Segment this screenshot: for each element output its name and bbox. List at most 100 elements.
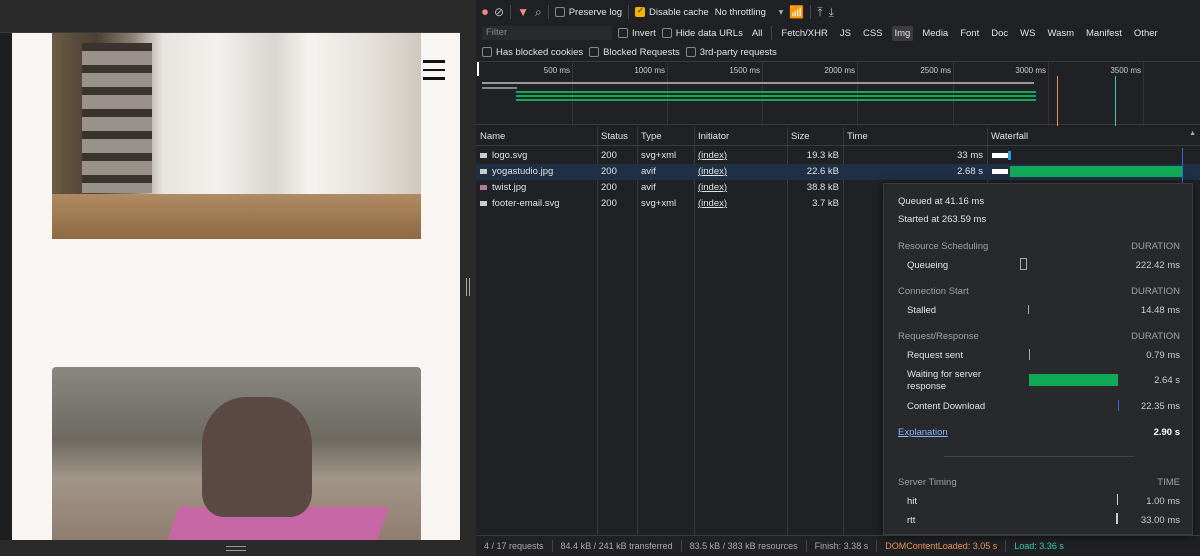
page-canvas <box>12 33 460 540</box>
stalled-label: Stalled <box>907 305 937 316</box>
type-filter-img[interactable]: Img <box>891 25 914 41</box>
col-initiator[interactable]: Initiator <box>694 127 730 146</box>
panel-splitter[interactable] <box>460 0 476 556</box>
rtt-bar <box>1116 513 1118 524</box>
cell-status: 200 <box>601 182 617 193</box>
request-sent-bar <box>1029 349 1030 360</box>
blocked-cookies-label: Has blocked cookies <box>496 46 584 58</box>
type-filter-manifest[interactable]: Manifest <box>1083 26 1125 41</box>
col-type[interactable]: Type <box>637 127 662 146</box>
tick-label: 3000 ms <box>1015 66 1046 75</box>
image-file-icon <box>480 184 487 190</box>
col-waterfall[interactable]: Waterfall <box>987 127 1029 146</box>
cell-type: svg+xml <box>641 198 677 209</box>
blocked-cookies-checkbox[interactable]: Has blocked cookies <box>482 47 583 58</box>
col-size[interactable]: Size <box>787 127 810 146</box>
preserve-log-checkbox[interactable]: Preserve log <box>554 6 623 18</box>
type-filter-all[interactable]: All <box>749 26 766 41</box>
waterfall-bar <box>1008 151 1011 160</box>
yoga-pose-image <box>52 367 421 540</box>
rtt-value: 33.00 ms <box>1140 515 1180 526</box>
type-filter-wasm[interactable]: Wasm <box>1044 26 1077 41</box>
section-connection: Connection Start <box>898 286 969 297</box>
third-party-checkbox[interactable]: 3rd-party requests <box>685 47 777 58</box>
type-filter-fetch[interactable]: Fetch/XHR <box>778 26 830 41</box>
preserve-log-label: Preserve log <box>568 6 623 18</box>
cell-name: yogastudio.jpg <box>492 166 554 177</box>
overview-handle[interactable] <box>477 62 479 76</box>
col-time[interactable]: Time <box>843 127 868 146</box>
queueing-label: Queueing <box>907 260 949 271</box>
cell-status: 200 <box>601 150 617 161</box>
resize-handle[interactable] <box>226 546 246 551</box>
invert-checkbox[interactable]: Invert <box>618 28 656 39</box>
cell-initiator-link[interactable]: (index) <box>694 164 727 180</box>
page-preview <box>0 0 460 556</box>
overview-bar <box>516 99 1036 101</box>
tick-label: 500 ms <box>543 66 570 75</box>
started-at: Started at 263.59 ms <box>898 214 987 225</box>
stalled-bar <box>1028 305 1029 314</box>
disable-cache-checkbox[interactable]: Disable cache <box>635 5 709 18</box>
network-conditions-icon[interactable]: 📶 <box>789 5 804 19</box>
queueing-value: 222.42 ms <box>1135 260 1180 271</box>
waiting-value: 2.64 s <box>1154 375 1180 386</box>
filter-input[interactable]: Filter <box>482 26 612 40</box>
hit-label: hit <box>907 496 918 507</box>
type-filter-css[interactable]: CSS <box>860 26 886 41</box>
type-filter-font[interactable]: Font <box>957 26 982 41</box>
filter-icon[interactable]: ▼ <box>517 5 529 19</box>
cell-initiator-link[interactable]: (index) <box>694 148 727 164</box>
record-icon[interactable]: ⏺ <box>482 5 488 20</box>
import-har-icon[interactable]: ⤒ <box>817 5 822 20</box>
type-filter-ws[interactable]: WS <box>1017 26 1038 41</box>
splitter-grip-icon[interactable] <box>466 278 470 296</box>
cell-size: 19.3 kB <box>806 150 839 161</box>
cell-time: 33 ms <box>957 150 983 161</box>
table-row[interactable]: logo.svg 200 svg+xml (index) 19.3 kB 33 … <box>476 148 1200 164</box>
time-label: TIME <box>1157 477 1180 488</box>
type-filter-other[interactable]: Other <box>1131 26 1161 41</box>
waiting-bar <box>1029 374 1118 386</box>
cell-status: 200 <box>601 166 617 177</box>
tick-label: 3500 ms <box>1110 66 1141 75</box>
dcl-marker <box>1057 76 1058 126</box>
total-duration: 2.90 s <box>1153 427 1180 438</box>
cell-initiator-link[interactable]: (index) <box>694 196 727 212</box>
network-toolbar: ⏺ ⊘ ▼ ⌕ Preserve log Disable cache No th… <box>476 3 1200 21</box>
export-har-icon[interactable]: ⤓ <box>829 5 834 20</box>
col-name[interactable]: Name <box>476 127 506 146</box>
hide-data-urls-label: Hide data URLs <box>675 27 743 39</box>
queueing-bar <box>1020 258 1027 270</box>
table-row-selected[interactable]: yogastudio.jpg 200 avif (index) 22.6 kB … <box>476 164 1200 180</box>
cell-size: 22.6 kB <box>806 166 839 177</box>
type-filter-media[interactable]: Media <box>919 26 951 41</box>
hamburger-menu-icon[interactable] <box>423 60 445 80</box>
blocked-requests-checkbox[interactable]: Blocked Requests <box>589 47 680 58</box>
queued-at: Queued at 41.16 ms <box>898 196 985 207</box>
request-sent-value: 0.79 ms <box>1146 350 1180 361</box>
load-marker <box>1115 76 1116 126</box>
col-status[interactable]: Status <box>597 127 628 146</box>
cell-name: footer-email.svg <box>492 198 560 209</box>
section-scheduling: Resource Scheduling <box>898 241 989 252</box>
explanation-link[interactable]: Explanation <box>898 427 948 438</box>
request-count: 4 / 17 requests <box>484 541 544 551</box>
image-file-icon <box>480 168 487 174</box>
tick-label: 1500 ms <box>729 66 760 75</box>
hit-value: 1.00 ms <box>1146 496 1180 507</box>
duration-label: DURATION <box>1131 286 1180 297</box>
waiting-label: Waiting for server response <box>907 369 982 392</box>
clear-icon[interactable]: ⊘ <box>494 5 504 19</box>
search-icon[interactable]: ⌕ <box>535 5 542 20</box>
request-sent-label: Request sent <box>907 350 963 361</box>
type-filter-js[interactable]: JS <box>837 26 854 41</box>
throttling-select[interactable]: No throttling ▾ <box>715 7 784 18</box>
blocked-requests-label: Blocked Requests <box>603 46 680 58</box>
type-filter-doc[interactable]: Doc <box>988 26 1011 41</box>
hide-data-urls-checkbox[interactable]: Hide data URLs <box>661 27 743 39</box>
resources-size: 83.5 kB / 383 kB resources <box>689 541 798 551</box>
overview-timeline[interactable]: 500 ms 1000 ms 1500 ms 2000 ms 2500 ms 3… <box>476 61 1200 126</box>
cell-name: logo.svg <box>492 150 528 161</box>
cell-initiator-link[interactable]: (index) <box>694 180 727 196</box>
